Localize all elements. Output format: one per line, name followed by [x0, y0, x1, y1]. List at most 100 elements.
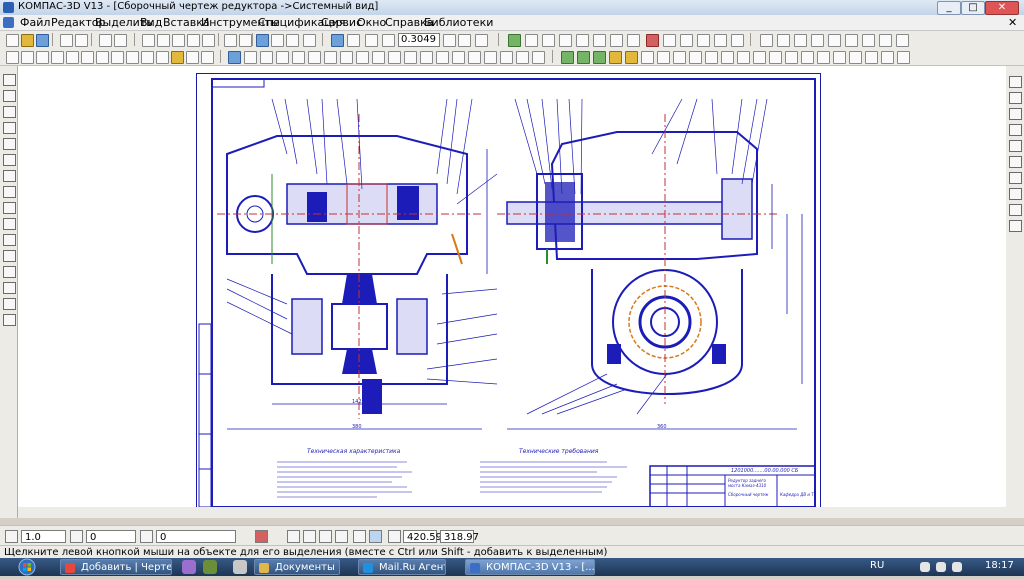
library-17-icon[interactable]: [817, 51, 830, 64]
save-icon[interactable]: [36, 34, 49, 47]
segment-icon[interactable]: [3, 106, 16, 118]
cut-line-icon[interactable]: [308, 51, 321, 64]
equation-icon[interactable]: [271, 34, 284, 47]
section-icon[interactable]: [244, 51, 257, 64]
style-icon[interactable]: [140, 530, 153, 543]
symbol-icon[interactable]: [760, 34, 773, 47]
library-5-icon[interactable]: [625, 51, 638, 64]
zoom-window-icon[interactable]: [331, 34, 344, 47]
menu-view[interactable]: Вид: [140, 16, 162, 29]
library-11-icon[interactable]: [721, 51, 734, 64]
pen-tool-icon[interactable]: [1009, 92, 1022, 104]
leader-icon[interactable]: [141, 51, 154, 64]
length-icon[interactable]: [697, 34, 710, 47]
center-mark-icon[interactable]: [340, 51, 353, 64]
snap-cursor-icon[interactable]: [335, 530, 348, 543]
new-document-icon[interactable]: [6, 34, 19, 47]
menu-window[interactable]: Окно: [357, 16, 386, 29]
base-icon[interactable]: [186, 51, 199, 64]
spec-show-icon[interactable]: [879, 34, 892, 47]
dimension-icon[interactable]: [81, 51, 94, 64]
pan-icon[interactable]: [443, 34, 456, 47]
coordinate-y-icon[interactable]: [388, 530, 401, 543]
step-cursor-icon[interactable]: [319, 530, 332, 543]
drawing-canvas[interactable]: Техническая характеристика Технические т…: [18, 66, 1006, 518]
insert-picture-icon[interactable]: [372, 51, 385, 64]
task-documents[interactable]: Документы: [254, 559, 340, 575]
fx-icon[interactable]: [286, 34, 299, 47]
library-13-icon[interactable]: [753, 51, 766, 64]
radius-dim-icon[interactable]: [126, 51, 139, 64]
library-8-icon[interactable]: [673, 51, 686, 64]
task-mail-agent[interactable]: Mail.Ru Агент: [358, 559, 446, 575]
spec-sync-icon[interactable]: [862, 34, 875, 47]
trim-tool-icon[interactable]: [1009, 172, 1022, 184]
start-button[interactable]: [2, 558, 52, 576]
tray-volume-icon[interactable]: [952, 562, 962, 572]
print-preview-icon[interactable]: [75, 34, 88, 47]
y-coordinate-field[interactable]: 318.97: [440, 530, 479, 543]
local-axis-icon[interactable]: [303, 530, 316, 543]
axis-icon[interactable]: [324, 51, 337, 64]
library-4-icon[interactable]: [609, 51, 622, 64]
layer-field[interactable]: 0: [86, 530, 136, 543]
line-style-icon[interactable]: [21, 51, 34, 64]
area-icon[interactable]: [714, 34, 727, 47]
round-icon[interactable]: [593, 34, 606, 47]
point-icon[interactable]: [3, 90, 16, 102]
contour-icon[interactable]: [3, 282, 16, 294]
eraser-icon[interactable]: [202, 34, 215, 47]
equidistant-icon[interactable]: [3, 314, 16, 326]
clock[interactable]: 18:17: [985, 560, 1014, 571]
angle-dim-icon[interactable]: [111, 51, 124, 64]
library-10-icon[interactable]: [705, 51, 718, 64]
tolerance-icon[interactable]: [201, 51, 214, 64]
geometry-icon[interactable]: [3, 74, 16, 86]
spec-edit-icon[interactable]: [811, 34, 824, 47]
task-kompas[interactable]: КОМПАС-3D V13 - [...: [465, 559, 595, 575]
cut-icon[interactable]: [142, 34, 155, 47]
hatch-icon[interactable]: [36, 51, 49, 64]
magnet-tool-icon[interactable]: [1009, 220, 1022, 232]
library-18-icon[interactable]: [833, 51, 846, 64]
format-painter-icon[interactable]: [187, 34, 200, 47]
menu-libraries[interactable]: Библиотеки: [424, 16, 493, 29]
measure-icon[interactable]: [646, 34, 659, 47]
global-snap-icon[interactable]: [508, 34, 521, 47]
library-22-icon[interactable]: [897, 51, 910, 64]
grid-icon[interactable]: [542, 34, 555, 47]
zoom-scale-field[interactable]: 0.3049: [398, 33, 440, 47]
library-2-icon[interactable]: [577, 51, 590, 64]
zoom-out-icon[interactable]: [365, 34, 378, 47]
mcx-icon[interactable]: [731, 34, 744, 47]
view-icon[interactable]: [228, 51, 241, 64]
language-indicator[interactable]: RU: [870, 560, 884, 571]
layers-icon[interactable]: [627, 34, 640, 47]
polygon-icon[interactable]: [3, 234, 16, 246]
open-folder-icon[interactable]: [21, 34, 34, 47]
document-icon[interactable]: [3, 17, 14, 28]
ortho-toggle-icon[interactable]: [353, 530, 366, 543]
layer-icon[interactable]: [70, 530, 83, 543]
move-icon[interactable]: [452, 51, 465, 64]
style-field[interactable]: 0: [156, 530, 236, 543]
spec-object-icon[interactable]: [794, 34, 807, 47]
auxiliary-line-icon[interactable]: [3, 122, 16, 134]
library-9-icon[interactable]: [689, 51, 702, 64]
fillet-icon[interactable]: [3, 266, 16, 278]
explode-icon[interactable]: [404, 51, 417, 64]
ungroup-icon[interactable]: [436, 51, 449, 64]
undo-icon[interactable]: [224, 34, 237, 47]
brush-tool-icon[interactable]: [1009, 108, 1022, 120]
variables-icon[interactable]: [256, 34, 269, 47]
polyline-icon[interactable]: [3, 202, 16, 214]
tray-network-icon[interactable]: [920, 562, 930, 572]
library-7-icon[interactable]: [657, 51, 670, 64]
minimize-button[interactable]: _: [937, 1, 961, 15]
scale-icon[interactable]: [500, 51, 513, 64]
print-icon[interactable]: [60, 34, 73, 47]
fill-tool-icon[interactable]: [1009, 156, 1022, 168]
library-21-icon[interactable]: [881, 51, 894, 64]
split-tool-icon[interactable]: [1009, 204, 1022, 216]
library-16-icon[interactable]: [801, 51, 814, 64]
